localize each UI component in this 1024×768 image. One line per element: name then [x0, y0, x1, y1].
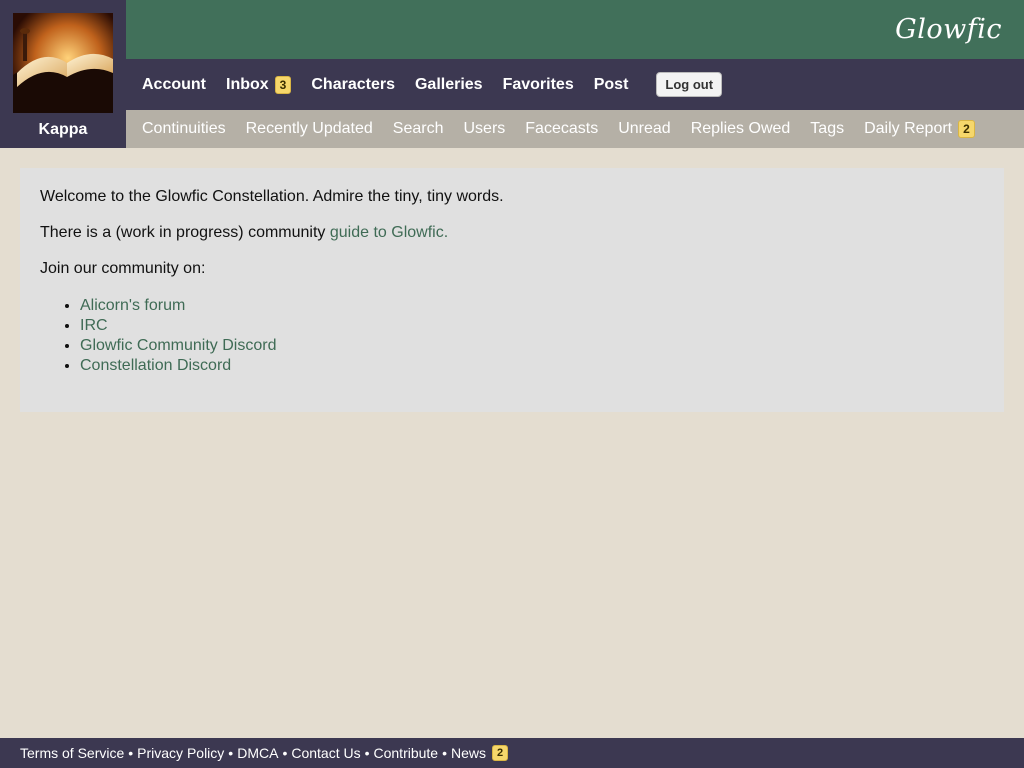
nav-inbox[interactable]: Inbox 3 [226, 75, 292, 94]
guide-paragraph: There is a (work in progress) community … [40, 224, 984, 242]
secondary-nav: Continuities Recently Updated Search Use… [126, 110, 1024, 148]
nav-favorites-label: Favorites [502, 75, 574, 93]
nav-daily-report-label: Daily Report [864, 120, 953, 137]
news-badge: 2 [492, 745, 509, 761]
nav-galleries[interactable]: Galleries [415, 76, 483, 94]
constellation-discord-link[interactable]: Constellation Discord [80, 357, 231, 374]
open-book-icon [13, 13, 113, 113]
nav-account[interactable]: Account [142, 76, 206, 94]
welcome-text: Welcome to the Glowfic Constellation. Ad… [40, 188, 504, 205]
guide-link[interactable]: guide to Glowfic. [330, 224, 448, 241]
list-item: IRC [80, 316, 984, 336]
daily-report-badge: 2 [958, 120, 975, 138]
primary-nav: Account Inbox 3 Characters Galleries Favo… [126, 59, 1024, 110]
list-item: Alicorn's forum [80, 296, 984, 316]
avatar[interactable] [13, 13, 113, 113]
footer-separator: • [228, 745, 234, 761]
footer-news-link[interactable]: News [451, 745, 486, 761]
header-band: Glowfic [126, 0, 1024, 59]
nav-galleries-label: Galleries [414, 75, 483, 93]
footer-privacy-link[interactable]: Privacy Policy [137, 745, 224, 761]
nav-daily-report[interactable]: Daily Report 2 [864, 120, 975, 138]
footer-separator: • [128, 745, 134, 761]
nav-recently-updated[interactable]: Recently Updated [246, 120, 373, 138]
nav-users[interactable]: Users [464, 120, 506, 138]
inbox-count-badge: 3 [274, 75, 292, 94]
nav-characters-label: Characters [311, 75, 395, 93]
nav-continuities[interactable]: Continuities [142, 120, 226, 138]
nav-inbox-label: Inbox [226, 75, 269, 93]
community-links-list: Alicorn's forum IRC Glowfic Community Di… [80, 296, 984, 376]
nav-favorites[interactable]: Favorites [503, 76, 574, 94]
nav-tags[interactable]: Tags [810, 120, 844, 138]
nav-unread[interactable]: Unread [618, 120, 670, 138]
alicorn-forum-link[interactable]: Alicorn's forum [80, 297, 185, 314]
username[interactable]: Kappa [0, 121, 126, 139]
footer-dmca-link[interactable]: DMCA [237, 745, 278, 761]
join-text: Join our community on: [40, 260, 206, 277]
irc-link[interactable]: IRC [80, 317, 108, 334]
list-item: Constellation Discord [80, 356, 984, 376]
footer: Terms of Service • Privacy Policy • DMCA… [0, 738, 1024, 768]
footer-separator: • [442, 745, 447, 761]
nav-account-label: Account [142, 75, 206, 93]
footer-tos-link[interactable]: Terms of Service [20, 745, 124, 761]
site-logo[interactable]: Glowfic [895, 14, 1002, 45]
footer-separator: • [282, 745, 288, 761]
nav-post[interactable]: Post [594, 76, 629, 94]
nav-replies-owed[interactable]: Replies Owed [691, 120, 791, 138]
welcome-panel: Welcome to the Glowfic Constellation. Ad… [20, 168, 1004, 412]
community-discord-link[interactable]: Glowfic Community Discord [80, 337, 276, 354]
logout-button[interactable]: Log out [656, 72, 723, 97]
footer-contact-link[interactable]: Contact Us [291, 745, 360, 761]
user-panel: Kappa [0, 0, 126, 148]
footer-separator: • [364, 745, 370, 761]
nav-search[interactable]: Search [393, 120, 444, 138]
nav-facecasts[interactable]: Facecasts [525, 120, 598, 138]
guide-prefix: There is a (work in progress) community [40, 224, 330, 241]
footer-contribute-link[interactable]: Contribute [374, 745, 439, 761]
nav-post-label: Post [593, 75, 629, 93]
list-item: Glowfic Community Discord [80, 336, 984, 356]
nav-characters[interactable]: Characters [311, 76, 395, 94]
